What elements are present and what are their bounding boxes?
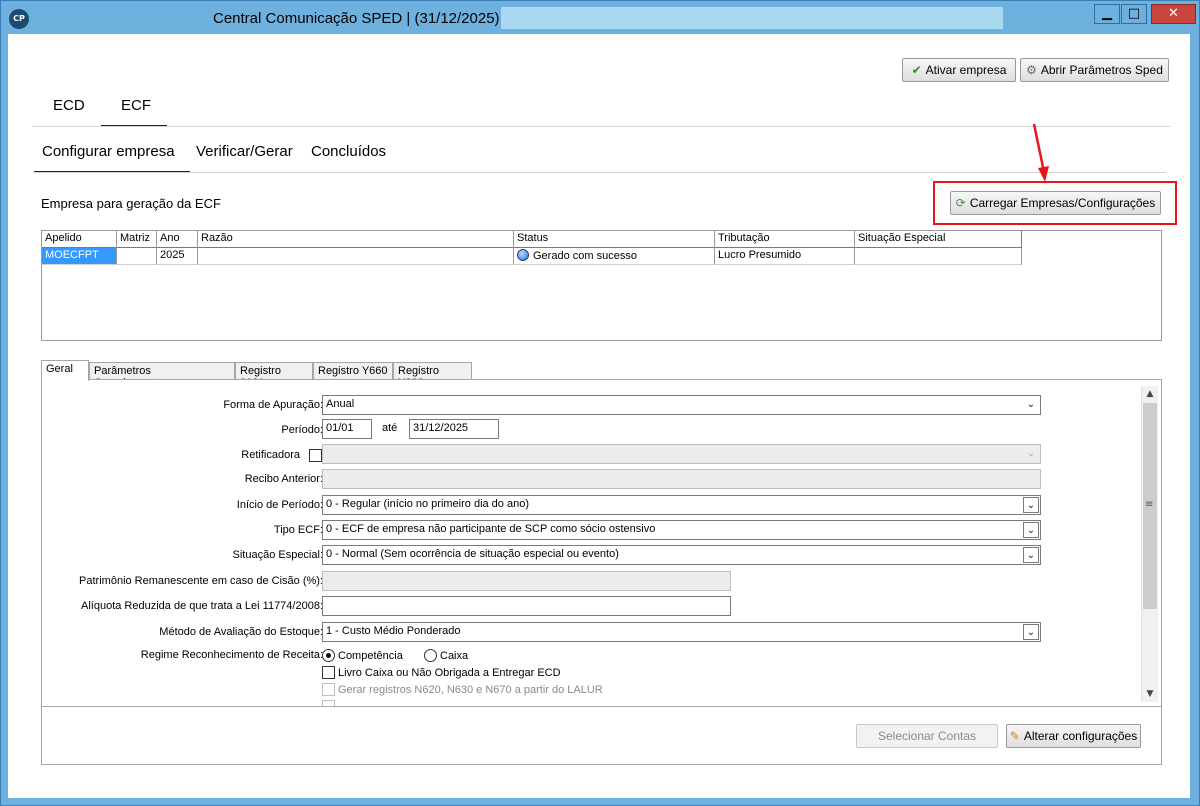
chevron-down-icon: ⌄ [1023, 522, 1039, 538]
tipo-ecf-select[interactable]: 0 - ECF de empresa não participante de S… [322, 520, 1041, 540]
regime-caixa-label: Caixa [440, 650, 469, 662]
regime-competencia-label: Competência [338, 650, 403, 662]
recibo-anterior-label: Recibo Anterior: [244, 473, 323, 485]
cell-situacao[interactable] [855, 248, 1022, 265]
highlight-box [933, 181, 1177, 225]
periodo-end-input[interactable]: 31/12/2025 [409, 419, 499, 439]
scroll-up-icon[interactable]: ▲ [1142, 386, 1158, 402]
chevron-down-icon: ⌄ [1026, 448, 1036, 459]
column-header[interactable]: Matriz [117, 231, 157, 248]
table-row[interactable]: MOECFPT 2025 Gerado com sucesso Lucro Pr… [42, 248, 1022, 265]
open-sped-params-button[interactable]: ⚙ Abrir Parâmetros Sped [1020, 58, 1169, 82]
inicio-periodo-select[interactable]: 0 - Regular (início no primeiro dia do a… [322, 495, 1041, 515]
forma-apuracao-label: Forma de Apuração: [223, 399, 323, 411]
chevron-down-icon: ⌄ [1023, 497, 1039, 513]
gerar-registros-checkbox [322, 683, 335, 696]
section-heading: Empresa para geração da ECF [41, 196, 221, 211]
cell-razao[interactable] [198, 248, 514, 265]
tab-ecf[interactable]: ECF [101, 97, 167, 127]
regime-receita-label: Regime Reconhecimento de Receita: [140, 649, 323, 661]
retificadora-select: ⌄ [322, 444, 1041, 464]
cell-tributacao[interactable]: Lucro Presumido [715, 248, 855, 265]
cell-status[interactable]: Gerado com sucesso [514, 248, 715, 265]
title-bar[interactable]: CP Central Comunicação SPED | (31/12/202… [1, 1, 1199, 35]
chevron-down-icon: ⌄ [1026, 399, 1036, 410]
tab-divider [32, 126, 1170, 127]
regime-competencia-radio[interactable] [322, 649, 335, 662]
form-scrollbar[interactable]: ▲ ≡ ▼ [1141, 386, 1158, 702]
app-logo-icon: CP [9, 9, 29, 29]
checkmark-icon: ✔ [911, 63, 922, 77]
edit-icon: ✎ [1009, 729, 1020, 743]
aliquota-label: Alíquota Reduzida de que trata a Lei 117… [81, 600, 323, 612]
chevron-down-icon: ⌄ [1023, 624, 1039, 640]
cell-matriz[interactable] [117, 248, 157, 265]
column-header[interactable]: Status [514, 231, 715, 248]
close-icon: ✕ [1168, 6, 1179, 21]
situacao-especial-select[interactable]: 0 - Normal (Sem ocorrência de situação e… [322, 545, 1041, 565]
client-area: ✔ Ativar empresa ⚙ Abrir Parâmetros Sped E… [8, 34, 1190, 798]
subtab-divider [34, 172, 1166, 173]
minimize-button[interactable]: ▁ [1094, 4, 1120, 24]
status-dot-icon [517, 249, 529, 261]
cell-ano[interactable]: 2025 [157, 248, 198, 265]
tab-geral[interactable]: Geral [41, 360, 89, 381]
retificadora-label: Retificadora [241, 449, 300, 461]
column-header[interactable]: Situação Especial [855, 231, 1022, 248]
tab-ecd[interactable]: ECD [53, 97, 85, 127]
maximize-button[interactable]: □ [1121, 4, 1147, 24]
grip-icon: ≡ [1145, 499, 1154, 510]
regime-caixa-radio[interactable] [424, 649, 437, 662]
situacao-especial-label: Situação Especial: [232, 549, 324, 561]
select-accounts-button[interactable]: Selecionar Contas [856, 724, 998, 748]
chevron-down-icon: ⌄ [1023, 547, 1039, 563]
window-title: Central Comunicação SPED | (31/12/2025) … [213, 10, 509, 27]
metodo-estoque-select[interactable]: 1 - Custo Médio Ponderado ⌄ [322, 622, 1041, 642]
title-redacted-region [501, 7, 1003, 29]
column-header[interactable]: Razão [198, 231, 514, 248]
activate-company-button[interactable]: ✔ Ativar empresa [902, 58, 1016, 82]
general-form: Forma de Apuração: Anual ⌄ Período: 01/0… [42, 386, 1142, 706]
livro-caixa-label: Livro Caixa ou Não Obrigada a Entregar E… [338, 667, 561, 679]
periodo-label: Período: [281, 424, 323, 436]
metodo-estoque-label: Método de Avaliação do Estoque: [159, 626, 323, 638]
aliquota-input[interactable] [322, 596, 731, 616]
periodo-start-input[interactable]: 01/01 [322, 419, 372, 439]
recibo-anterior-input [322, 469, 1041, 489]
column-header[interactable]: Ano [157, 231, 198, 248]
tab-completed[interactable]: Concluídos [311, 143, 386, 173]
column-header[interactable]: Apelido [42, 231, 117, 248]
gerar-registros-label: Gerar registros N620, N630 e N670 a part… [338, 684, 603, 696]
highlight-arrow-icon [1032, 124, 1049, 182]
gear-icon: ⚙ [1026, 63, 1037, 77]
maximize-icon: □ [1127, 6, 1141, 21]
company-grid[interactable]: Apelido Matriz Ano Razão Status Tributaç… [41, 230, 1162, 341]
cell-apelido[interactable]: MOECFPT [42, 248, 117, 265]
tab-verify-generate[interactable]: Verificar/Gerar [196, 143, 293, 173]
close-button[interactable]: ✕ [1151, 4, 1196, 24]
forma-apuracao-select[interactable]: Anual ⌄ [322, 395, 1041, 415]
retificadora-checkbox[interactable] [309, 449, 322, 462]
scroll-down-icon[interactable]: ▼ [1142, 686, 1158, 702]
tab-configure-company[interactable]: Configurar empresa [34, 143, 190, 173]
column-header[interactable]: Tributação [715, 231, 855, 248]
patrimonio-label: Patrimônio Remanescente em caso de Cisão… [79, 575, 323, 587]
grid-header: Apelido Matriz Ano Razão Status Tributaç… [42, 231, 1022, 248]
livro-caixa-checkbox[interactable] [322, 666, 335, 679]
change-config-button[interactable]: ✎ Alterar configurações [1006, 724, 1141, 748]
form-footer-divider [42, 706, 1161, 707]
patrimonio-input [322, 571, 731, 591]
ate-label: até [382, 422, 398, 434]
tipo-ecf-label: Tipo ECF: [273, 524, 323, 536]
inicio-periodo-label: Início de Período: [236, 499, 323, 511]
minimize-icon: ▁ [1102, 6, 1112, 21]
